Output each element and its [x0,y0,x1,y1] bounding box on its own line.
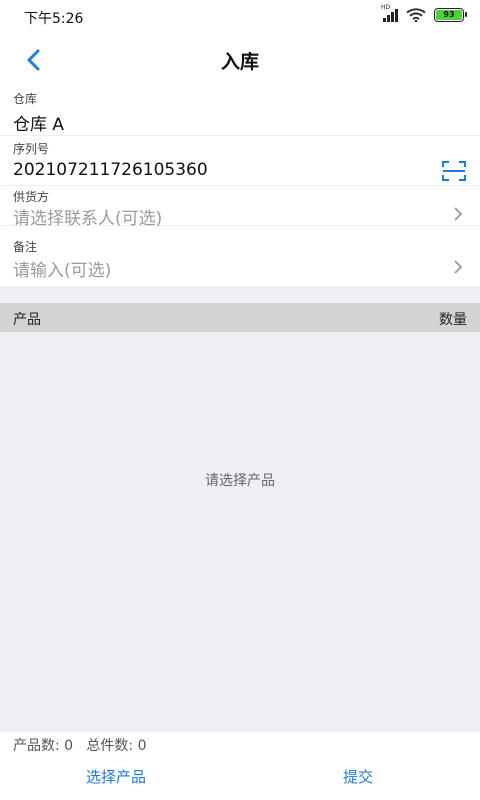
status-icons: HD 93 [381,4,467,22]
column-product: 产品 [13,312,41,328]
warehouse-field[interactable]: 仓库 仓库 A [0,86,480,136]
serial-label: 序列号 [13,142,50,156]
status-bar: 下午5:26 HD 93 [0,0,480,34]
battery-level: 93 [436,10,462,20]
section-divider [0,286,480,303]
empty-state-text: 请选择产品 [205,473,275,489]
select-product-button[interactable]: 选择产品 [86,766,146,787]
summary-text: 产品数: 0 总件数: 0 [13,738,147,754]
remark-field[interactable]: 备注 请输入(可选) [0,226,480,286]
battery-icon: 93 [434,8,467,22]
scan-icon[interactable] [442,161,466,181]
serial-field[interactable]: 序列号 202107211726105360 [0,136,480,186]
summary-bar: 产品数: 0 总件数: 0 [0,732,480,754]
product-list-header: 产品 数量 [0,303,480,332]
wifi-icon [406,8,426,22]
chevron-right-icon [454,207,463,221]
serial-value: 202107211726105360 [13,160,208,180]
remark-placeholder: 请输入(可选) [13,261,112,281]
warehouse-label: 仓库 [13,92,38,106]
nav-bar: 入库 [0,34,480,86]
warehouse-value: 仓库 A [13,115,65,135]
column-quantity: 数量 [439,312,467,328]
status-time: 下午5:26 [24,11,84,27]
chevron-right-icon [454,260,463,274]
action-bar: 选择产品 提交 [0,754,480,800]
remark-label: 备注 [13,240,38,254]
supplier-field[interactable]: 供货方 请选择联系人(可选) [0,186,480,229]
supplier-label: 供货方 [13,190,50,204]
signal-hd-label: HD [381,4,391,11]
page-title: 入库 [220,51,259,73]
signal-icon: HD [381,4,398,22]
inbound-form: 仓库 仓库 A 序列号 202107211726105360 供货方 请选择联系… [0,86,480,286]
product-list: 请选择产品 [0,332,480,732]
submit-button[interactable]: 提交 [343,766,373,787]
